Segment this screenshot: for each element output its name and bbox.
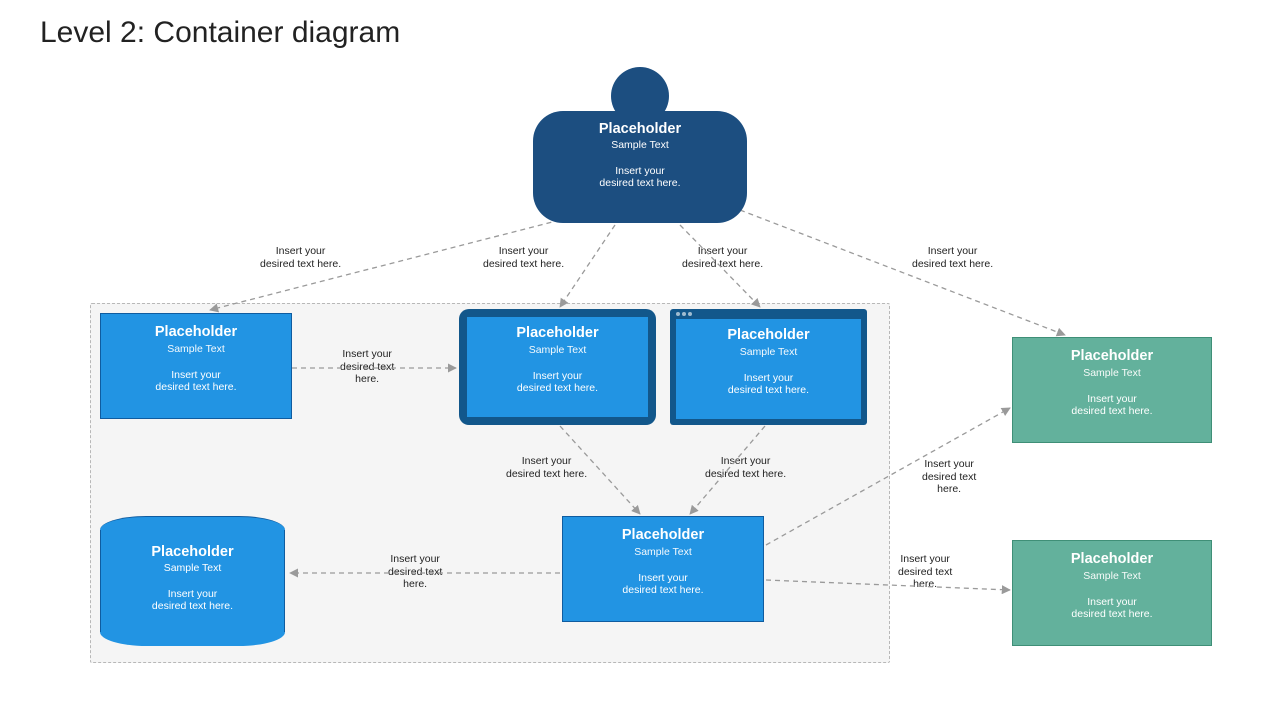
c1-desc: Insert your desired text here. <box>109 369 283 393</box>
c2-desc-l1: Insert your <box>533 370 583 382</box>
e4-l1: Insert your <box>928 245 978 257</box>
c3-desc-l2: desired text here. <box>728 384 809 396</box>
person-node: Placeholder Sample Text Insert your desi… <box>533 67 747 223</box>
edge-label-5: Insert your desired text here. <box>340 348 394 386</box>
c3-title: Placeholder <box>682 327 855 344</box>
api-title: Placeholder <box>571 527 755 544</box>
e2-l2: desired text here. <box>483 258 564 270</box>
external-system-2: Placeholder Sample Text Insert your desi… <box>1012 540 1212 646</box>
e2-l1: Insert your <box>499 245 549 257</box>
ext2-desc-l1: Insert your <box>1087 596 1137 608</box>
e5-l3: here. <box>355 373 379 385</box>
edge-label-8: Insert your desired text here. <box>388 553 442 591</box>
db-desc-l1: Insert your <box>168 588 218 600</box>
person-sub: Sample Text <box>533 139 747 151</box>
edge-label-7: Insert your desired text here. <box>705 455 786 480</box>
ext1-desc: Insert your desired text here. <box>1021 393 1203 417</box>
db-title: Placeholder <box>106 544 279 560</box>
e5-l2: desired text <box>340 361 394 373</box>
c3-desc: Insert your desired text here. <box>682 372 855 396</box>
e7-l1: Insert your <box>721 455 771 467</box>
c2-inner: Placeholder Sample Text Insert your desi… <box>467 317 648 417</box>
edge-label-6: Insert your desired text here. <box>506 455 587 480</box>
e10-l3: here. <box>937 483 961 495</box>
api-desc-l2: desired text here. <box>622 584 703 596</box>
e4-l2: desired text here. <box>912 258 993 270</box>
container-spa: Placeholder Sample Text Insert your desi… <box>670 309 867 425</box>
e5-l1: Insert your <box>342 348 392 360</box>
ext1-title: Placeholder <box>1021 348 1203 365</box>
ext1-desc-l2: desired text here. <box>1071 405 1152 417</box>
edge-label-2: Insert your desired text here. <box>483 245 564 270</box>
api-desc-l1: Insert your <box>638 572 688 584</box>
c3-inner: Placeholder Sample Text Insert your desi… <box>676 319 861 419</box>
e6-l2: desired text here. <box>506 468 587 480</box>
e10-l1: Insert your <box>924 458 974 470</box>
e8-l1: Insert your <box>390 553 440 565</box>
ext2-desc-l2: desired text here. <box>1071 608 1152 620</box>
e9-l2: desired text <box>898 566 952 578</box>
ext1-desc-l1: Insert your <box>1087 393 1137 405</box>
db-sub: Sample Text <box>106 562 279 574</box>
api-desc: Insert your desired text here. <box>571 572 755 596</box>
c3-desc-l1: Insert your <box>744 372 794 384</box>
c1-title: Placeholder <box>109 324 283 341</box>
c2-title: Placeholder <box>473 325 642 342</box>
e1-l1: Insert your <box>276 245 326 257</box>
c1-sub: Sample Text <box>109 343 283 355</box>
person-body: Placeholder Sample Text Insert your desi… <box>533 111 747 223</box>
container-mobile-app: Placeholder Sample Text Insert your desi… <box>459 309 656 425</box>
e8-l3: here. <box>403 578 427 590</box>
edge-label-9: Insert your desired text here. <box>898 553 952 591</box>
e9-l1: Insert your <box>900 553 950 565</box>
person-desc-l1: Insert your <box>615 165 665 177</box>
container-database: Placeholder Sample Text Insert your desi… <box>100 516 285 646</box>
page-title: Level 2: Container diagram <box>40 16 400 50</box>
container-api: Placeholder Sample Text Insert your desi… <box>562 516 764 622</box>
external-system-1: Placeholder Sample Text Insert your desi… <box>1012 337 1212 443</box>
c2-sub: Sample Text <box>473 344 642 356</box>
e3-l1: Insert your <box>698 245 748 257</box>
e6-l1: Insert your <box>522 455 572 467</box>
e10-l2: desired text <box>922 471 976 483</box>
person-desc-l2: desired text here. <box>599 177 680 189</box>
e3-l2: desired text here. <box>682 258 763 270</box>
e9-l3: here. <box>913 578 937 590</box>
c3-sub: Sample Text <box>682 346 855 358</box>
db-desc: Insert your desired text here. <box>106 588 279 612</box>
e7-l2: desired text here. <box>705 468 786 480</box>
c2-desc-l2: desired text here. <box>517 382 598 394</box>
ext2-title: Placeholder <box>1021 551 1203 568</box>
e8-l2: desired text <box>388 566 442 578</box>
e1-l2: desired text here. <box>260 258 341 270</box>
c2-desc: Insert your desired text here. <box>473 370 642 394</box>
edge-label-3: Insert your desired text here. <box>682 245 763 270</box>
db-content: Placeholder Sample Text Insert your desi… <box>100 544 285 636</box>
container-web-app: Placeholder Sample Text Insert your desi… <box>100 313 292 419</box>
c1-desc-l1: Insert your <box>171 369 221 381</box>
ext2-sub: Sample Text <box>1021 570 1203 582</box>
edge-label-10: Insert your desired text here. <box>922 458 976 496</box>
ext2-desc: Insert your desired text here. <box>1021 596 1203 620</box>
db-desc-l2: desired text here. <box>152 600 233 612</box>
edge-label-4: Insert your desired text here. <box>912 245 993 270</box>
api-sub: Sample Text <box>571 546 755 558</box>
c1-desc-l2: desired text here. <box>155 381 236 393</box>
ext1-sub: Sample Text <box>1021 367 1203 379</box>
person-title: Placeholder <box>533 121 747 137</box>
edge-label-1: Insert your desired text here. <box>260 245 341 270</box>
person-desc: Insert your desired text here. <box>533 165 747 189</box>
